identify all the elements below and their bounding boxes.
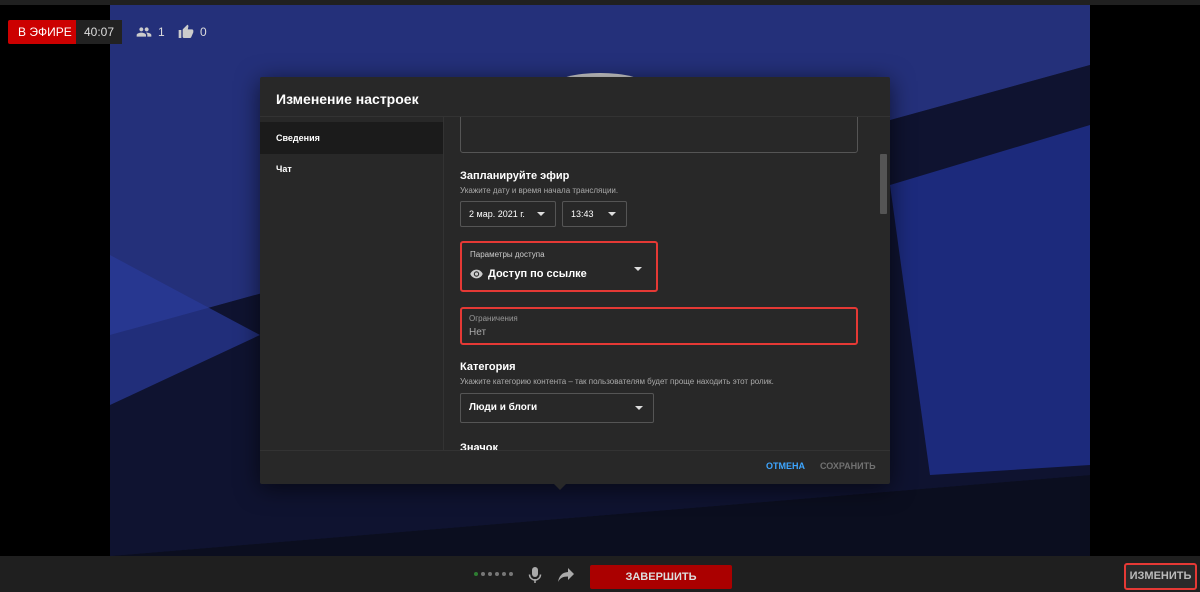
dialog-pointer — [554, 484, 566, 490]
viewers-value: 1 — [158, 25, 165, 39]
status-dot — [488, 572, 492, 576]
category-subtitle: Укажите категорию контента – так пользов… — [460, 377, 774, 386]
access-label: Параметры доступа — [470, 250, 545, 259]
date-dropdown[interactable]: 2 мар. 2021 г. — [460, 201, 556, 227]
eye-icon — [470, 269, 483, 279]
chevron-down-icon — [537, 212, 545, 216]
time-dropdown[interactable]: 13:43 — [562, 201, 627, 227]
category-dropdown[interactable]: Люди и блоги — [460, 393, 654, 423]
dialog-sidebar: Сведения Чат — [260, 117, 444, 450]
restrictions-label: Ограничения — [469, 314, 518, 323]
people-icon — [136, 27, 152, 37]
schedule-subtitle: Укажите дату и время начала трансляции. — [460, 186, 619, 195]
access-value: Доступ по ссылке — [488, 268, 587, 280]
chevron-down-icon — [634, 267, 642, 271]
likes-value: 0 — [200, 25, 207, 39]
restrictions-field[interactable]: Ограничения Нет — [460, 307, 858, 345]
share-icon[interactable] — [558, 568, 574, 582]
dialog-title: Изменение настроек — [276, 91, 419, 107]
viewers-count: 1 — [136, 24, 165, 40]
status-dot — [495, 572, 499, 576]
likes-count: 0 — [178, 24, 207, 40]
date-value: 2 мар. 2021 г. — [469, 209, 525, 219]
settings-dialog: Изменение настроек Сведения Чат Запланир… — [260, 77, 890, 484]
category-value: Люди и блоги — [469, 402, 538, 413]
schedule-title: Запланируйте эфир — [460, 170, 570, 182]
end-stream-button[interactable]: ЗАВЕРШИТЬ ТРАНСЛЯЦИЮ — [590, 565, 732, 589]
status-dot — [474, 572, 478, 576]
edit-button[interactable]: ИЗМЕНИТЬ — [1124, 563, 1197, 590]
sidebar-item-chat[interactable]: Чат — [260, 153, 443, 185]
dialog-footer-divider — [260, 450, 890, 451]
restrictions-value: Нет — [469, 327, 487, 338]
connection-status-dots — [474, 572, 513, 576]
live-badge: В ЭФИРЕ — [8, 20, 82, 44]
thumbnail-title: Значок — [460, 442, 498, 450]
chevron-down-icon — [635, 406, 643, 410]
status-dot — [502, 572, 506, 576]
elapsed-time: 40:07 — [76, 20, 123, 44]
description-field[interactable] — [460, 117, 858, 153]
chevron-down-icon — [608, 212, 616, 216]
save-button[interactable]: СОХРАНИТЬ — [820, 461, 876, 471]
microphone-icon[interactable] — [528, 567, 542, 583]
dialog-content: Запланируйте эфир Укажите дату и время н… — [444, 117, 890, 450]
thumbs-up-icon — [178, 24, 194, 38]
bottom-control-bar: ЗАВЕРШИТЬ ТРАНСЛЯЦИЮ — [0, 556, 1200, 592]
category-title: Категория — [460, 361, 516, 373]
status-dot — [509, 572, 513, 576]
cancel-button[interactable]: ОТМЕНА — [766, 461, 805, 471]
sidebar-item-details[interactable]: Сведения — [260, 122, 443, 154]
time-value: 13:43 — [571, 209, 594, 219]
access-dropdown[interactable]: Параметры доступа Доступ по ссылке — [460, 241, 658, 292]
status-dot — [481, 572, 485, 576]
dialog-scrollbar-thumb[interactable] — [880, 154, 887, 214]
